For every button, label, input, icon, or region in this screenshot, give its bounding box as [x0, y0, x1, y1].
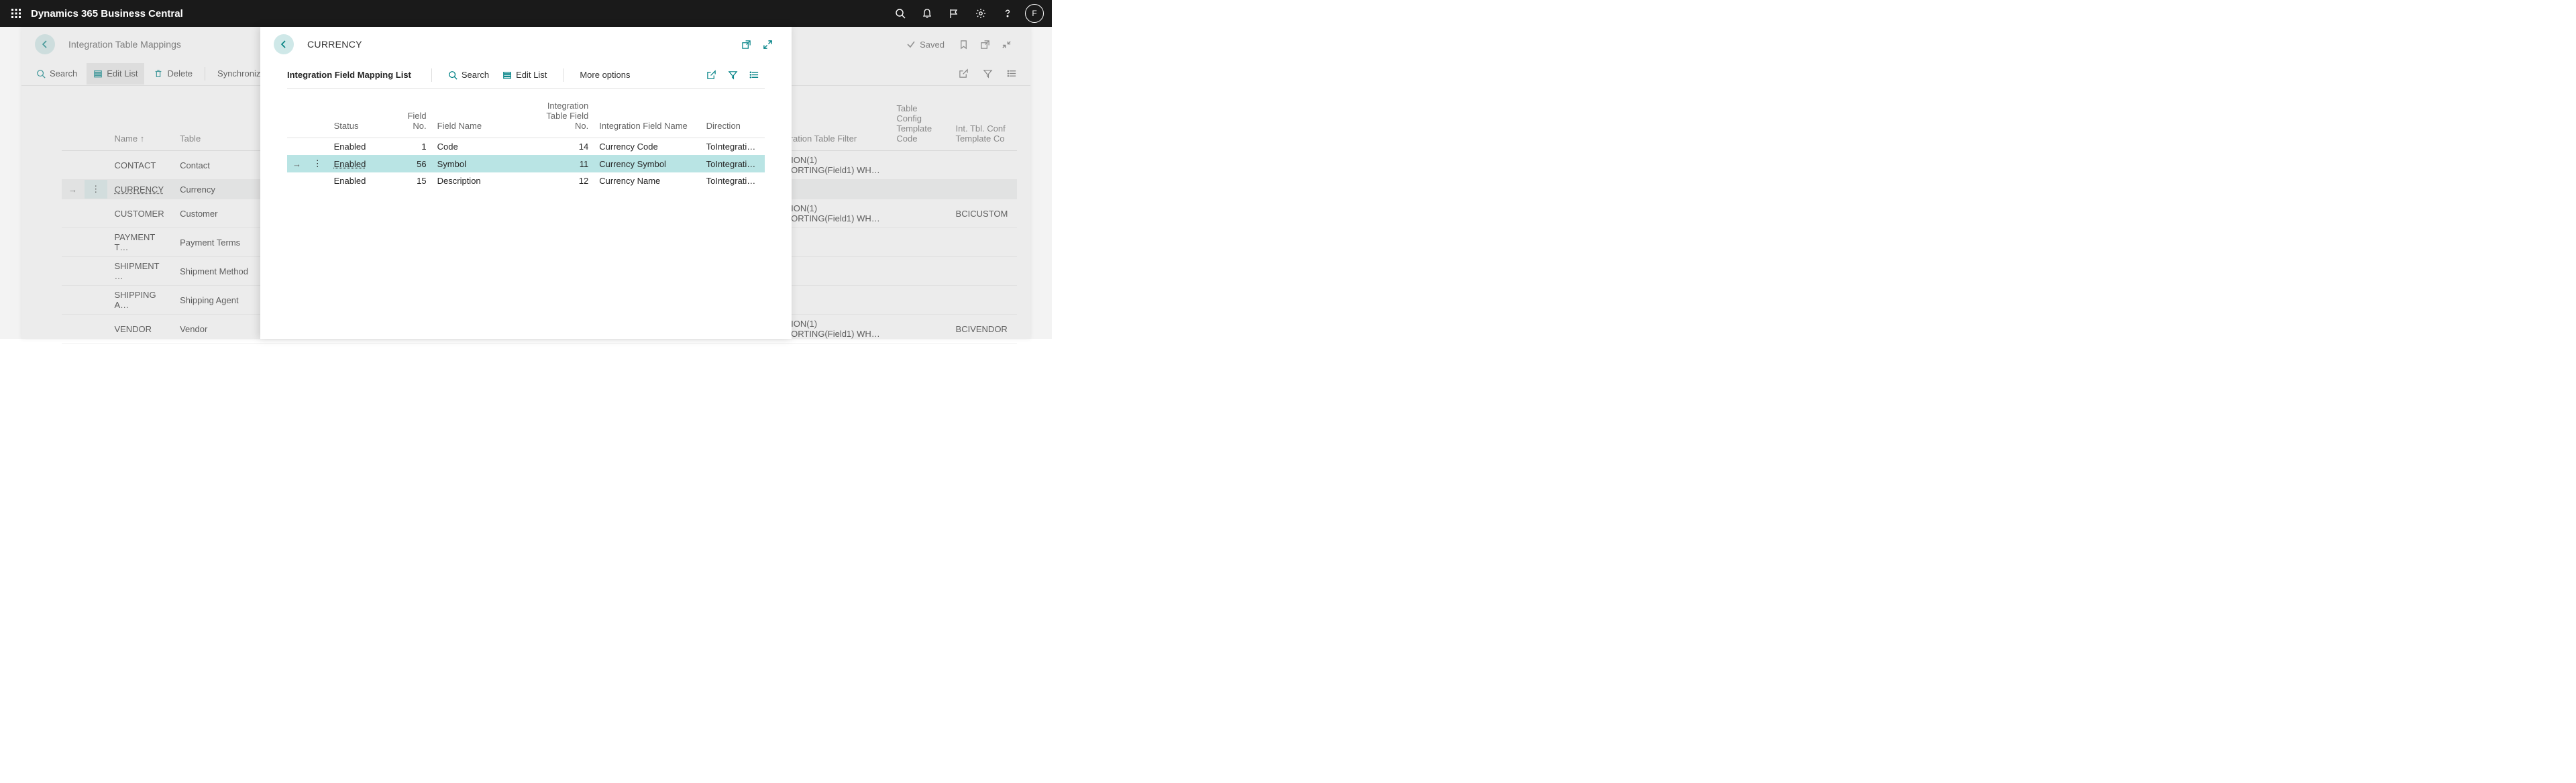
gear-icon[interactable]	[967, 0, 994, 27]
slide-table: Status Field No. Field Name Integration …	[260, 89, 792, 189]
col-int-field-no[interactable]: Integration Table Field No.	[539, 97, 594, 138]
filter-icon[interactable]	[977, 63, 998, 85]
col-name[interactable]: Name ↑	[107, 99, 173, 151]
check-icon	[906, 40, 916, 49]
save-status: Saved	[906, 40, 945, 50]
slide-panel: CURRENCY Integration Field Mapping List …	[260, 27, 792, 339]
table-row[interactable]: →⋮Enabled56Symbol11Currency SymbolToInte…	[287, 155, 765, 172]
slide-list-title: Integration Field Mapping List	[287, 70, 422, 80]
notifications-icon[interactable]	[914, 0, 941, 27]
delete-button[interactable]: Delete	[147, 63, 199, 85]
avatar[interactable]: F	[1025, 4, 1044, 23]
edit-list-icon	[93, 69, 103, 79]
row-menu-icon[interactable]: ⋮	[85, 180, 107, 199]
col-int-field-name[interactable]: Integration Field Name	[594, 97, 700, 138]
popout-icon[interactable]	[735, 34, 757, 55]
slide-back-button[interactable]	[274, 34, 294, 54]
popout-icon[interactable]	[974, 34, 996, 55]
table-row[interactable]: Enabled1Code14Currency CodeToIntegrati…	[287, 138, 765, 156]
col-integ-filter[interactable]: gration Table Filter	[778, 99, 890, 151]
col-field-no[interactable]: Field No.	[389, 97, 432, 138]
page-title: Integration Table Mappings	[68, 39, 181, 50]
flag-icon[interactable]	[941, 0, 967, 27]
table-row[interactable]: Enabled15Description12Currency NameToInt…	[287, 172, 765, 189]
share-icon[interactable]	[953, 63, 974, 85]
global-header: Dynamics 365 Business Central F	[0, 0, 1052, 27]
col-cfg-template[interactable]: Table Config Template Code	[890, 99, 949, 151]
back-button[interactable]	[35, 34, 55, 54]
col-direction[interactable]: Direction	[701, 97, 765, 138]
slide-toolbar: Integration Field Mapping List Search Ed…	[287, 62, 765, 89]
bookmark-icon[interactable]	[953, 34, 974, 55]
list-icon[interactable]	[1001, 63, 1022, 85]
collapse-icon[interactable]	[996, 34, 1017, 55]
search-icon	[448, 70, 458, 80]
row-arrow-icon: →	[287, 155, 308, 172]
row-arrow-icon: →	[62, 180, 85, 199]
col-int-template[interactable]: Int. Tbl. Conf Template Co	[949, 99, 1017, 151]
search-icon[interactable]	[887, 0, 914, 27]
slide-header: CURRENCY	[260, 27, 792, 62]
help-icon[interactable]	[994, 0, 1021, 27]
search-button[interactable]: Search	[30, 63, 84, 85]
search-button[interactable]: Search	[441, 64, 496, 86]
product-title: Dynamics 365 Business Central	[31, 8, 183, 19]
delete-icon	[154, 69, 163, 79]
col-field-name[interactable]: Field Name	[432, 97, 539, 138]
search-icon	[36, 69, 46, 79]
more-options-button[interactable]: More options	[573, 64, 637, 86]
app-launcher-icon[interactable]	[5, 3, 27, 24]
slide-title: CURRENCY	[307, 39, 362, 50]
edit-list-icon	[502, 70, 512, 80]
share-icon[interactable]	[700, 64, 722, 86]
expand-icon[interactable]	[757, 34, 778, 55]
edit-list-button[interactable]: Edit List	[87, 63, 144, 85]
filter-icon[interactable]	[722, 64, 743, 86]
row-menu-icon[interactable]: ⋮	[308, 155, 329, 172]
col-status[interactable]: Status	[329, 97, 389, 138]
list-icon[interactable]	[743, 64, 765, 86]
edit-list-button[interactable]: Edit List	[496, 64, 553, 86]
